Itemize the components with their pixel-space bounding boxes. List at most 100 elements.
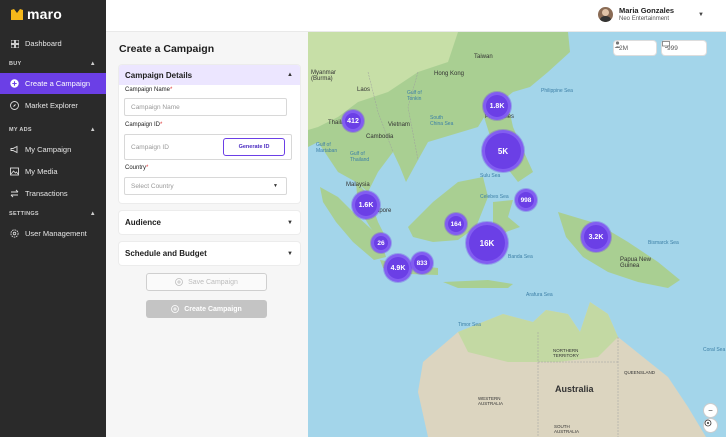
sidebar-item-market-explorer[interactable]: Market Explorer: [0, 95, 106, 116]
map-cluster[interactable]: 998: [515, 189, 537, 211]
screen-icon: [662, 41, 670, 48]
label-gulf-martaban: Gulf of Martaban: [316, 142, 338, 154]
zoom-out-button[interactable]: −: [704, 404, 717, 417]
label-bismarck-sea: Bismarck Sea: [648, 240, 679, 246]
section-title: Audience: [125, 218, 162, 227]
button-label: Create Campaign: [184, 305, 242, 313]
schedule-budget-card[interactable]: Schedule and Budget ▼: [119, 242, 300, 265]
label-cambodia: Cambodia: [366, 134, 394, 140]
brand-name: maro: [27, 6, 63, 22]
map-cluster[interactable]: 412: [342, 110, 364, 132]
label-south-china-sea: South China Sea: [430, 115, 454, 127]
map-cluster[interactable]: 26: [371, 233, 391, 253]
label-hong-kong: Hong Kong: [434, 71, 465, 77]
required-mark: *: [146, 165, 149, 171]
plus-circle-icon: [171, 305, 180, 313]
campaign-id-input[interactable]: Campaign ID Generate ID: [124, 134, 292, 160]
country-label: Country*: [125, 165, 148, 171]
map-cluster[interactable]: 3.2K: [581, 222, 611, 252]
map-view[interactable]: Myanmar (Burma) Laos Thailand Cambodia Vi…: [308, 32, 726, 437]
target-icon: [704, 419, 712, 427]
section-label: SETTINGS: [9, 211, 39, 217]
label-coral-sea: Coral Sea: [703, 347, 726, 353]
locate-button[interactable]: [704, 419, 717, 432]
label-banda-sea: Banda Sea: [508, 254, 533, 260]
audience-stat-chip: 2M: [614, 41, 656, 55]
sidebar-item-label: Market Explorer: [25, 101, 78, 110]
plus-circle-icon: [10, 79, 19, 88]
label-timor-sea: Timor Sea: [458, 322, 481, 328]
required-mark: *: [160, 122, 163, 128]
section-buy[interactable]: BUY ▲: [0, 55, 106, 73]
map-cluster[interactable]: 5K: [482, 130, 524, 172]
chevron-up-icon: ▲: [89, 61, 96, 67]
sidebar-item-transactions[interactable]: Transactions: [0, 183, 106, 204]
label-vietnam: Vietnam: [388, 122, 410, 128]
button-label: Save Campaign: [188, 278, 238, 286]
label-malaysia: Malaysia: [346, 182, 370, 188]
country-select[interactable]: Select Country ▼: [124, 177, 287, 195]
user-organization: Neo Entertainment: [619, 16, 670, 22]
sidebar-item-user-management[interactable]: User Management: [0, 223, 106, 244]
label-laos: Laos: [357, 87, 371, 93]
sidebar-item-my-media[interactable]: My Media: [0, 161, 106, 182]
image-icon: [10, 167, 19, 176]
sidebar-item-label: Create a Campaign: [25, 79, 91, 88]
campaign-name-input[interactable]: Campaign Name: [124, 98, 287, 116]
brand-logo[interactable]: maro: [11, 6, 62, 22]
label-queensland: QUEENSLAND: [624, 370, 656, 375]
user-menu[interactable]: Maria Gonzales Neo Entertainment ▼: [598, 6, 704, 23]
caret-down-icon: ▼: [273, 183, 278, 189]
chevron-down-icon[interactable]: ▼: [698, 12, 704, 18]
label-text: Campaign Name: [125, 87, 171, 93]
audience-header[interactable]: Audience ▼: [119, 211, 300, 234]
map-cluster[interactable]: 4.9K: [384, 254, 412, 282]
map-landmass: [308, 32, 706, 437]
map-cluster[interactable]: 1.8K: [483, 92, 511, 120]
sidebar-item-my-campaign[interactable]: My Campaign: [0, 139, 106, 160]
chevron-up-icon: ▲: [89, 127, 96, 133]
label-myanmar: Myanmar (Burma): [311, 70, 337, 82]
megaphone-icon: [10, 145, 19, 154]
sidebar: maro Dashboard BUY ▲ Create a Campaign M…: [0, 0, 106, 437]
sidebar-item-label: My Campaign: [25, 145, 72, 154]
sidebar-nav: Dashboard BUY ▲ Create a Campaign Market…: [0, 33, 106, 245]
person-icon: [614, 41, 621, 48]
placeholder-text: Campaign ID: [131, 143, 169, 151]
map-cluster[interactable]: 16K: [466, 222, 508, 264]
section-settings[interactable]: SETTINGS ▲: [0, 205, 106, 223]
compass-icon: [10, 101, 19, 110]
generate-id-button[interactable]: Generate ID: [223, 138, 285, 156]
label-arafura-sea: Arafura Sea: [526, 292, 553, 298]
maro-logo-icon: [11, 8, 23, 20]
label-gulf-thailand: Gulf of Thailand: [350, 151, 370, 163]
sidebar-item-create-campaign[interactable]: Create a Campaign: [0, 73, 106, 94]
section-my-ads[interactable]: MY ADS ▲: [0, 121, 106, 139]
avatar: [598, 7, 614, 22]
placeholder-text: Campaign Name: [131, 103, 180, 111]
gear-icon: [10, 229, 19, 238]
save-campaign-button[interactable]: Save Campaign: [146, 273, 267, 291]
label-papua: Papua New Guinea: [620, 257, 652, 269]
page-title: Create a Campaign: [119, 43, 215, 55]
plus-circle-icon: [175, 278, 183, 286]
label-sulu-sea: Sulu Sea: [480, 173, 501, 179]
section-label: MY ADS: [9, 127, 32, 133]
chevron-down-icon: ▼: [287, 250, 293, 257]
required-mark: *: [170, 87, 173, 93]
audience-card[interactable]: Audience ▼: [119, 211, 300, 234]
label-text: Campaign ID: [125, 122, 161, 128]
campaign-details-header[interactable]: Campaign Details ▲: [119, 65, 300, 85]
dashboard-icon: [10, 39, 19, 48]
section-title: Schedule and Budget: [125, 249, 207, 258]
schedule-budget-header[interactable]: Schedule and Budget ▼: [119, 242, 300, 265]
create-campaign-button[interactable]: Create Campaign: [146, 300, 267, 318]
sidebar-item-dashboard[interactable]: Dashboard: [0, 33, 106, 54]
map-cluster[interactable]: 1.6K: [352, 191, 380, 219]
map-cluster[interactable]: 164: [445, 213, 467, 235]
label-celebes-sea: Celebes Sea: [480, 194, 509, 200]
screens-stat-chip: 999: [662, 41, 706, 55]
map-cluster[interactable]: 833: [411, 252, 433, 274]
placeholder-text: Select Country: [131, 182, 174, 190]
label-northern-territory: NORTHERN TERRITORY: [553, 348, 579, 358]
